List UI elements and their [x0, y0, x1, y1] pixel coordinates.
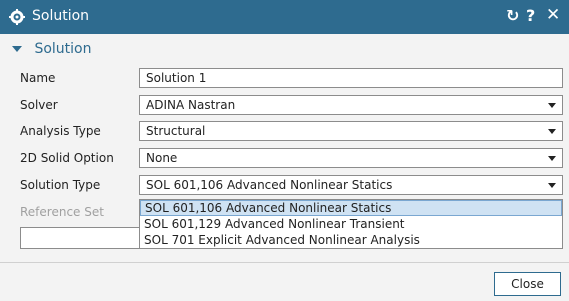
dropdown-option[interactable]: SOL 601,129 Advanced Nonlinear Transient [140, 216, 562, 232]
analysis-type-value: Structural [146, 124, 206, 138]
reference-set-label: Reference Set [20, 205, 104, 219]
dropdown-option[interactable]: SOL 601,106 Advanced Nonlinear Statics [140, 200, 562, 216]
name-input[interactable]: Solution 1 [139, 68, 563, 88]
solution-type-dropdown-list: SOL 601,106 Advanced Nonlinear Statics S… [139, 199, 563, 249]
solver-value: ADINA Nastran [146, 98, 236, 112]
solution-type-select[interactable]: SOL 601,106 Advanced Nonlinear Statics [139, 175, 563, 195]
name-value: Solution 1 [146, 71, 207, 85]
solid-option-select[interactable]: None [139, 148, 563, 168]
reference-set-select[interactable] [20, 227, 142, 249]
dropdown-arrow-icon [548, 156, 556, 161]
analysis-type-select[interactable]: Structural [139, 121, 563, 141]
solid-option-value: None [146, 151, 178, 165]
chevron-down-icon [12, 46, 22, 52]
section-header[interactable]: Solution [12, 41, 92, 57]
dropdown-option[interactable]: SOL 701 Explicit Advanced Nonlinear Anal… [140, 232, 562, 248]
analysis-type-label: Analysis Type [20, 124, 101, 138]
footer-divider [0, 262, 569, 263]
window-title: Solution [32, 8, 90, 24]
title-bar: Solution ↻ ? ✕ [0, 0, 569, 34]
solution-type-value: SOL 601,106 Advanced Nonlinear Statics [146, 178, 393, 192]
close-button[interactable]: Close [494, 272, 561, 296]
dropdown-arrow-icon [548, 129, 556, 134]
close-icon[interactable]: ✕ [546, 5, 560, 25]
solver-select[interactable]: ADINA Nastran [139, 95, 563, 115]
dropdown-arrow-icon [548, 183, 556, 188]
reset-icon[interactable]: ↻ [506, 6, 519, 25]
section-title: Solution [34, 41, 92, 57]
dropdown-arrow-icon [548, 103, 556, 108]
solution-type-label: Solution Type [20, 178, 101, 192]
name-label: Name [20, 71, 56, 85]
gear-icon [9, 9, 25, 25]
help-icon[interactable]: ? [526, 6, 535, 25]
solid-option-label: 2D Solid Option [20, 151, 114, 165]
solver-label: Solver [20, 98, 58, 112]
